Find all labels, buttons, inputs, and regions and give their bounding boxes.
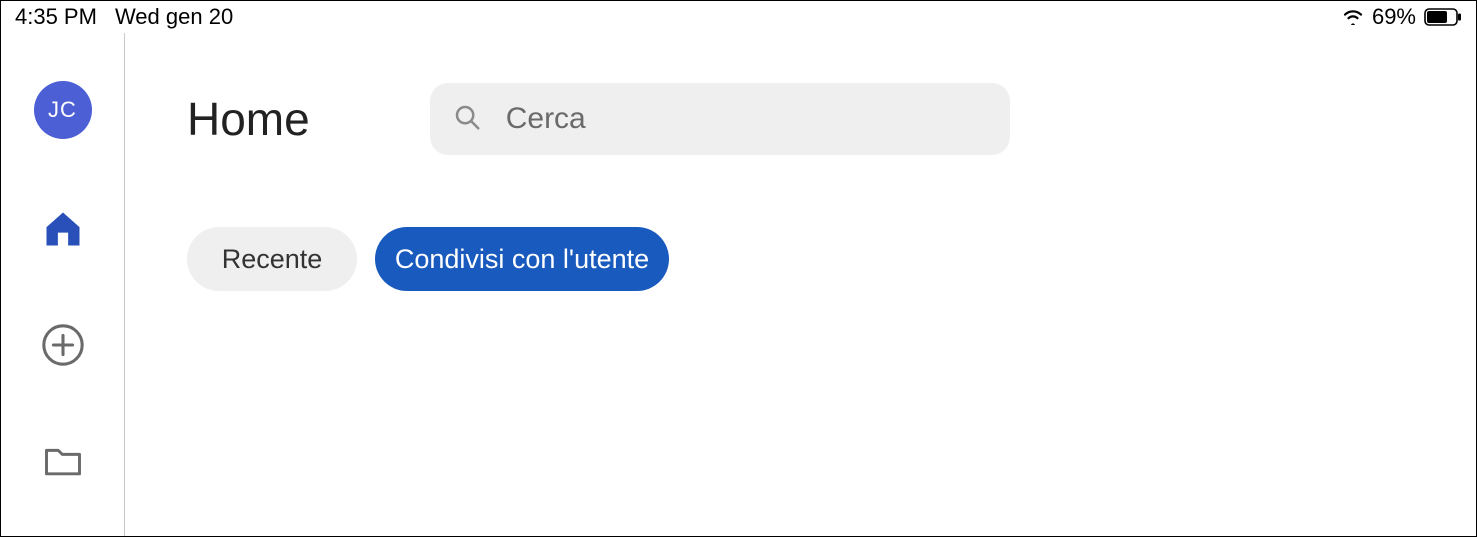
home-icon	[41, 207, 85, 256]
search-input[interactable]	[506, 102, 988, 136]
sidebar-item-folder[interactable]	[39, 439, 87, 487]
sidebar-item-home[interactable]	[39, 207, 87, 255]
search-box[interactable]	[430, 83, 1010, 155]
battery-icon	[1424, 8, 1462, 26]
avatar[interactable]: JC	[34, 81, 92, 139]
avatar-initials: JC	[48, 97, 77, 123]
header-row: Home	[187, 83, 1414, 155]
tab-shared-label: Condivisi con l'utente	[395, 244, 649, 275]
status-right: 69%	[1342, 1, 1462, 33]
search-icon	[452, 102, 482, 137]
tab-shared[interactable]: Condivisi con l'utente	[375, 227, 669, 291]
page-title: Home	[187, 92, 310, 146]
status-bar: 4:35 PM Wed gen 20 69%	[1, 1, 1476, 33]
status-time: 4:35 PM	[15, 4, 97, 30]
content-area: Home Recente Condivisi con l'utente	[125, 33, 1476, 536]
folder-icon	[41, 439, 85, 488]
status-date: Wed gen 20	[115, 4, 233, 30]
wifi-icon	[1342, 9, 1364, 25]
battery-percent: 69%	[1372, 4, 1416, 30]
tab-recent-label: Recente	[222, 244, 323, 275]
plus-circle-icon	[40, 322, 86, 373]
tabs: Recente Condivisi con l'utente	[187, 227, 1414, 291]
sidebar-item-add[interactable]	[39, 323, 87, 371]
sidebar: JC	[1, 33, 125, 536]
tab-recent[interactable]: Recente	[187, 227, 357, 291]
